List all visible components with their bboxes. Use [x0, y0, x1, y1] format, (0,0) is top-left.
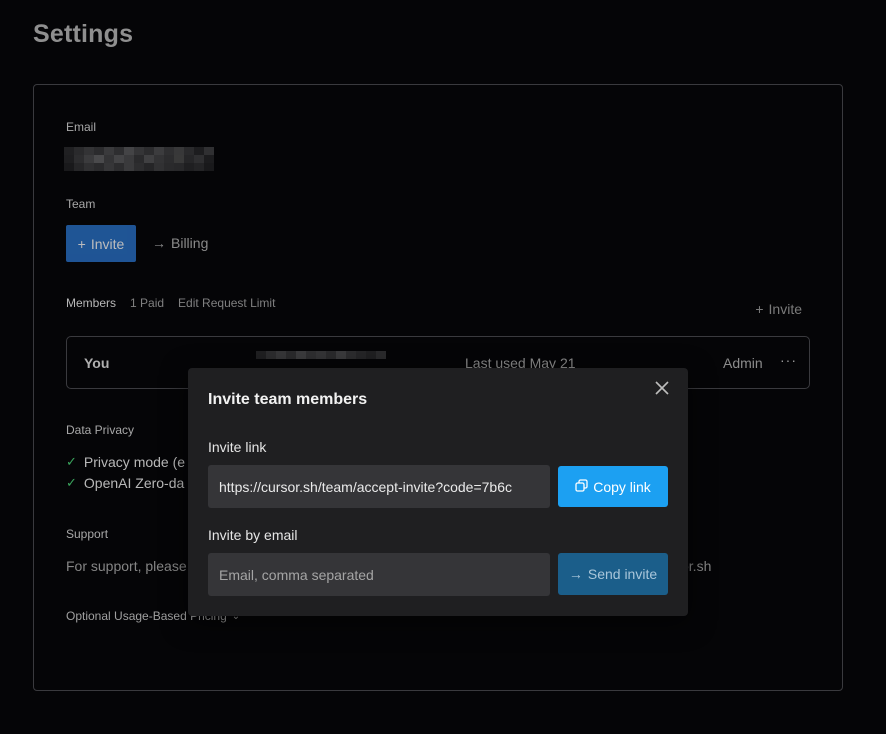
members-header: Members 1 Paid Edit Request Limit [66, 296, 275, 310]
invite-button-label: Invite [90, 235, 125, 252]
check-icon: ✓ [66, 454, 77, 469]
invite-email-input[interactable] [208, 553, 550, 596]
invite-modal: Invite team members Invite link Copy lin… [188, 368, 688, 616]
invite-member-label: Invite [768, 301, 802, 317]
invite-member-link[interactable]: + Invite [755, 301, 802, 317]
copy-link-button[interactable]: Copy link [558, 466, 668, 507]
arrow-right-icon: → [568, 566, 583, 582]
privacy-item-label: OpenAI Zero-da [83, 475, 185, 491]
copy-link-label: Copy link [593, 478, 651, 495]
edit-request-limit-link[interactable]: Edit Request Limit [178, 296, 275, 310]
privacy-item-label: Privacy mode (e [83, 454, 186, 470]
check-icon: ✓ [66, 475, 77, 490]
paid-count: 1 Paid [130, 296, 165, 310]
team-label: Team [66, 197, 96, 211]
member-role: Admin [723, 355, 763, 371]
invite-email-label: Invite by email [208, 527, 298, 543]
page-title: Settings [33, 20, 134, 48]
modal-title: Invite team members [208, 391, 368, 408]
send-invite-button[interactable]: → Send invite [558, 553, 668, 595]
billing-link[interactable]: → Billing [152, 235, 208, 251]
plus-icon: + [755, 301, 764, 317]
privacy-item: ✓ Privacy mode (e [66, 454, 185, 470]
member-name: You [84, 355, 110, 371]
members-label: Members [66, 296, 117, 310]
billing-link-label: Billing [171, 235, 209, 251]
support-text: For support, please [66, 558, 187, 574]
redacted-email [64, 147, 214, 171]
support-label: Support [66, 527, 109, 541]
plus-icon: + [77, 235, 86, 252]
invite-link-field[interactable] [208, 465, 550, 508]
more-options-icon[interactable]: ··· [780, 352, 797, 368]
copy-icon [575, 478, 588, 495]
invite-link-label: Invite link [208, 439, 267, 455]
invite-button[interactable]: + Invite [66, 225, 136, 262]
redacted-member-email [256, 351, 386, 359]
close-icon[interactable] [654, 381, 670, 397]
email-label: Email [66, 120, 97, 134]
send-invite-label: Send invite [587, 566, 658, 582]
data-privacy-label: Data Privacy [66, 423, 135, 437]
arrow-right-icon: → [152, 235, 166, 251]
privacy-item: ✓ OpenAI Zero-da [66, 475, 184, 491]
